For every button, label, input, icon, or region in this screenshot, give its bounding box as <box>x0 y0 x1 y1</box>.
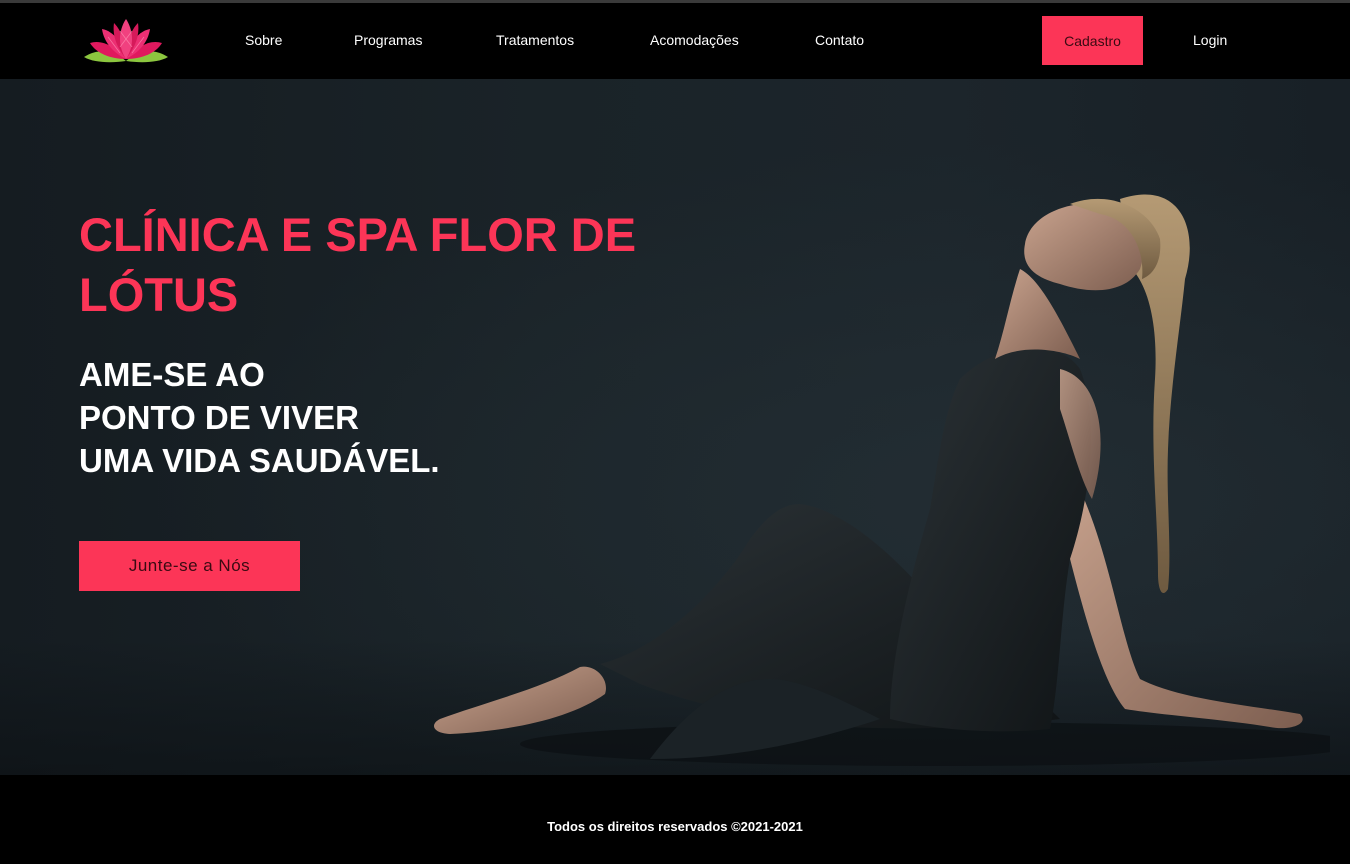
copyright-text: Todos os direitos reservados ©2021-2021 <box>547 819 803 834</box>
hero-subtitle-line: UMA VIDA SAUDÁVEL. <box>79 442 440 479</box>
login-link[interactable]: Login <box>1193 31 1227 49</box>
hero-section: CLÍNICA E SPA FLOR DE LÓTUS AME-SE AO PO… <box>0 79 1350 775</box>
join-us-button[interactable]: Junte-se a Nós <box>79 541 300 591</box>
site-footer: Todos os direitos reservados ©2021-2021 <box>0 775 1350 864</box>
hero-subtitle-line: PONTO DE VIVER <box>79 399 359 436</box>
nav-link-sobre[interactable]: Sobre <box>245 31 282 49</box>
nav-link-contato[interactable]: Contato <box>815 31 864 49</box>
hero-subtitle: AME-SE AO PONTO DE VIVER UMA VIDA SAUDÁV… <box>79 353 440 482</box>
nav-link-tratamentos[interactable]: Tratamentos <box>496 31 574 49</box>
nav-link-programas[interactable]: Programas <box>354 31 422 49</box>
hero-title: CLÍNICA E SPA FLOR DE LÓTUS <box>79 208 637 321</box>
page: Sobre Programas Tratamentos Acomodações … <box>0 0 1350 864</box>
hero-subtitle-line: AME-SE AO <box>79 356 265 393</box>
site-header: Sobre Programas Tratamentos Acomodações … <box>0 3 1350 79</box>
signup-button[interactable]: Cadastro <box>1042 16 1143 65</box>
lotus-flower-icon[interactable] <box>80 17 172 65</box>
nav-link-acomodacoes[interactable]: Acomodações <box>650 31 739 49</box>
